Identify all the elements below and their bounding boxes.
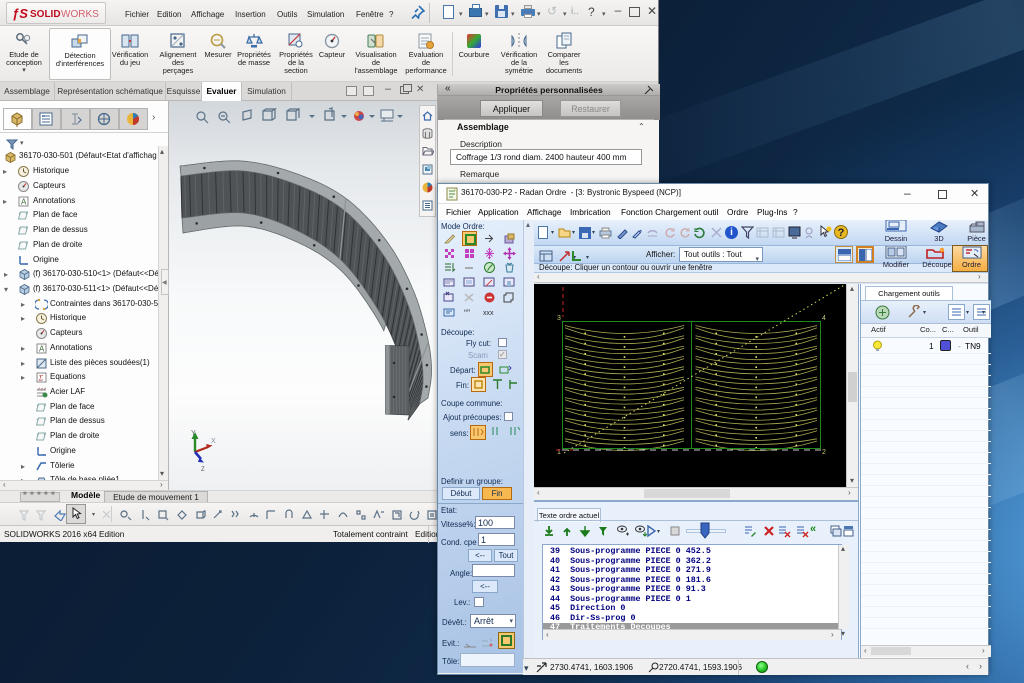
svg-text:xxx: xxx	[483, 310, 494, 317]
svg-text:“”: “”	[464, 308, 470, 318]
svg-text:Σ: Σ	[38, 374, 44, 383]
svg-text:3: 3	[557, 315, 561, 322]
svg-text:2: 2	[822, 449, 826, 456]
svg-text:A: A	[39, 345, 45, 354]
svg-text:4: 4	[822, 315, 826, 322]
svg-text:Z: Z	[201, 467, 205, 473]
svg-text:A: A	[21, 198, 27, 207]
svg-text:X: X	[211, 438, 216, 445]
